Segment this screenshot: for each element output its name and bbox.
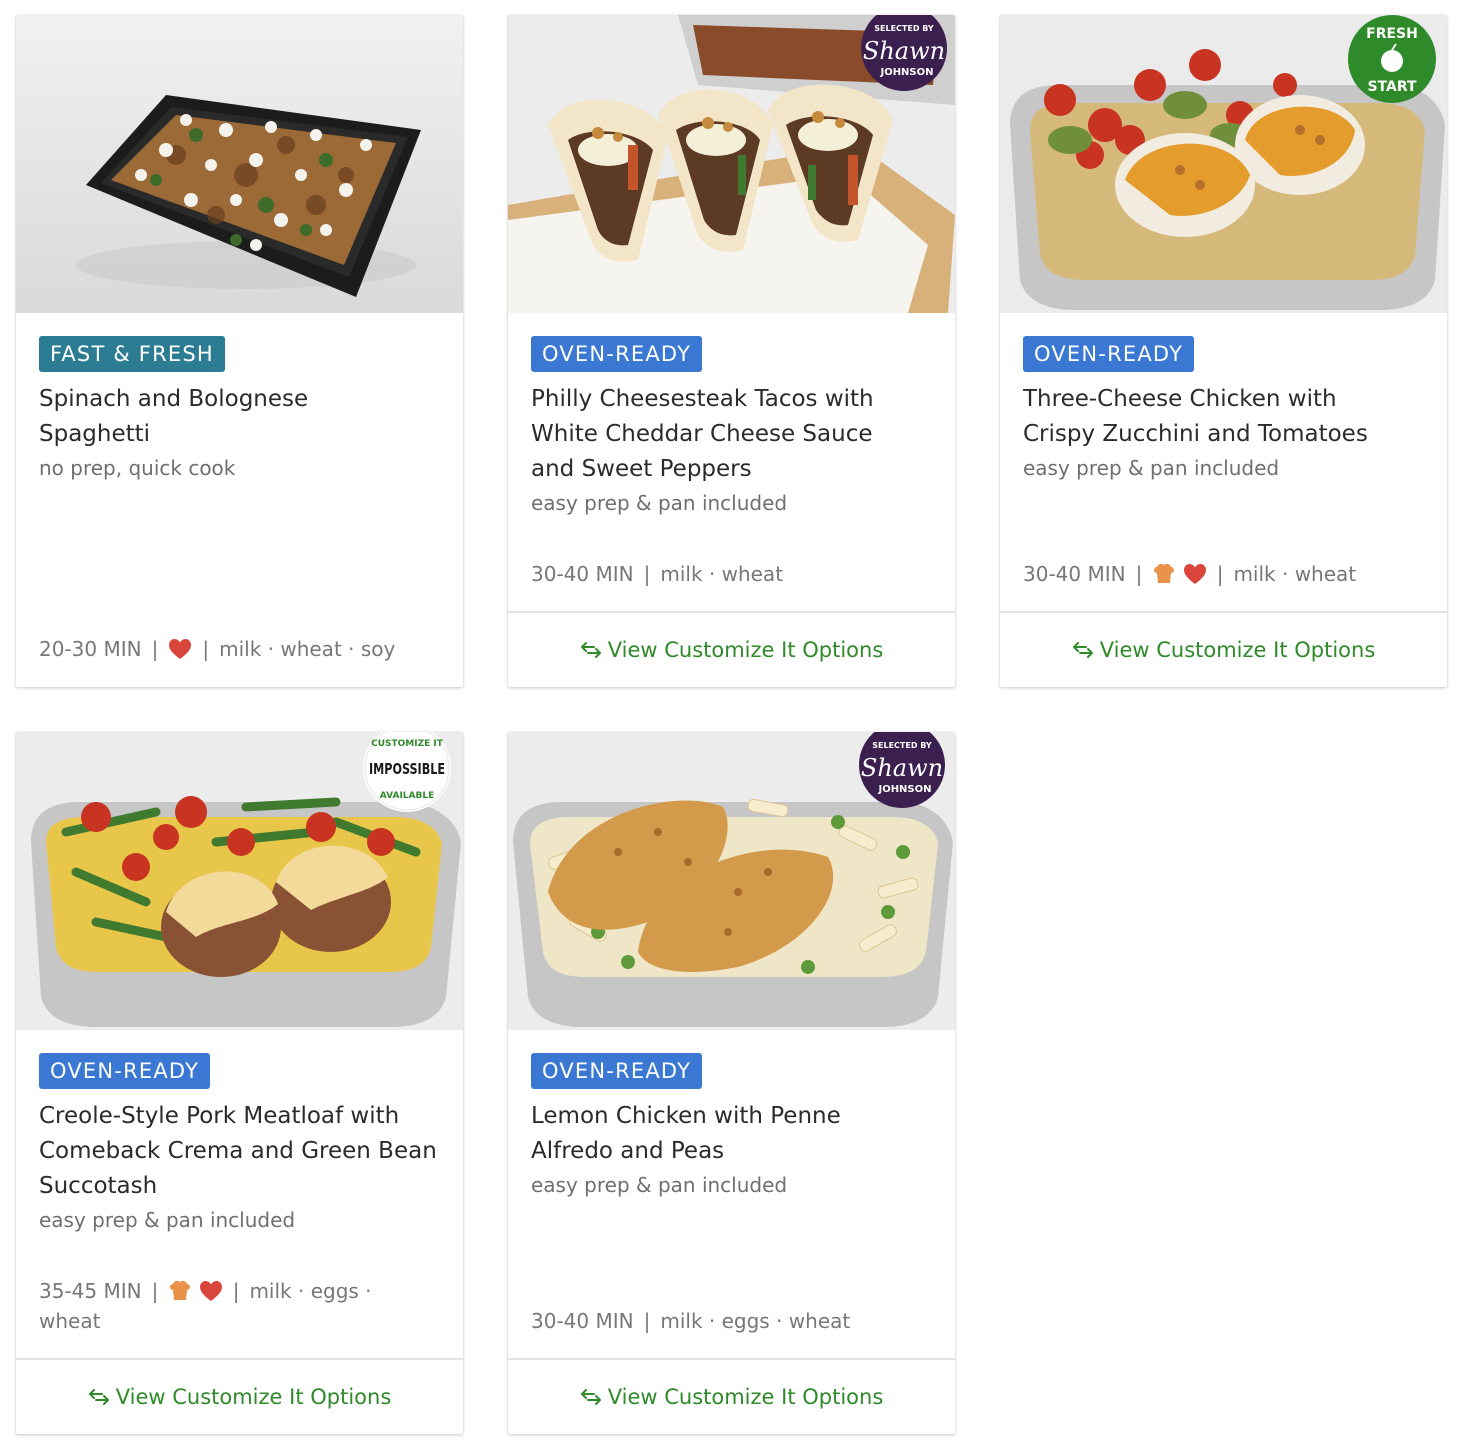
chef-hat-icon <box>1152 562 1176 586</box>
meal-type-badge: OVEN-READY <box>531 1053 703 1089</box>
separator: | <box>643 1309 651 1333</box>
meal-meta: 20-30 MIN | | milk · wheat · soy <box>39 634 439 664</box>
view-customize-options-button[interactable]: View Customize It Options <box>1000 611 1447 687</box>
cook-time: 20-30 MIN <box>39 637 142 661</box>
cta-label: View Customize It Options <box>115 1385 392 1409</box>
meal-type-badge: FAST & FRESH <box>39 336 225 372</box>
meal-photo[interactable]: SELECTED BY Shawn JOHNSON <box>508 732 955 1030</box>
meal-photo[interactable]: CUSTOMIZE IT IMPOSSIBLE AVAILABLE <box>16 732 463 1030</box>
meal-title[interactable]: Creole-Style Pork Meatloaf with Comeback… <box>39 1099 439 1204</box>
meal-subtitle: easy prep & pan included <box>531 1173 788 1197</box>
seal-bottom-text: START <box>1367 79 1417 95</box>
seal-top-text: FRESH <box>1366 26 1418 42</box>
selected-by-shawn-johnson-seal: SELECTED BY Shawn JOHNSON <box>859 15 949 95</box>
meal-title[interactable]: Philly Cheesesteak Tacos with White Ched… <box>531 382 921 487</box>
separator: | <box>1216 562 1224 586</box>
meal-card[interactable]: CUSTOMIZE IT IMPOSSIBLE AVAILABLE OVEN-R… <box>16 732 463 1434</box>
meal-meta: 30-40 MIN | | milk · wheat <box>1023 559 1423 589</box>
meal-title[interactable]: Lemon Chicken with Penne Alfredo and Pea… <box>531 1099 871 1169</box>
cook-time: 30-40 MIN <box>531 1309 634 1333</box>
meal-title[interactable]: Spinach and Bolognese Spaghetti <box>39 382 369 452</box>
meal-meta: 30-40 MIN | milk · wheat <box>531 559 931 589</box>
customize-it-impossible-available-seal: CUSTOMIZE IT IMPOSSIBLE AVAILABLE <box>361 732 453 814</box>
meal-subtitle: easy prep & pan included <box>39 1208 296 1232</box>
seal-top-text: CUSTOMIZE IT <box>371 739 444 749</box>
allergens: milk · eggs · wheat <box>660 1309 851 1333</box>
swap-arrows-icon <box>1072 642 1093 658</box>
meal-subtitle: no prep, quick cook <box>39 456 236 480</box>
meal-photo[interactable]: SELECTED BY Shawn JOHNSON <box>508 15 955 313</box>
meal-meta: 30-40 MIN | milk · eggs · wheat <box>531 1306 931 1336</box>
meal-photo[interactable]: FRESH START <box>1000 15 1447 313</box>
separator: | <box>232 1279 240 1303</box>
allergens: milk · wheat <box>1233 562 1357 586</box>
separator: | <box>202 637 210 661</box>
meal-type-badge: OVEN-READY <box>1023 336 1195 372</box>
view-customize-options-button[interactable]: View Customize It Options <box>16 1358 463 1434</box>
swap-arrows-icon <box>580 1389 601 1405</box>
cta-label: View Customize It Options <box>607 638 884 662</box>
seal-top-text: SELECTED BY <box>872 741 932 750</box>
heart-icon <box>1183 562 1207 586</box>
meal-title[interactable]: Three-Cheese Chicken with Crispy Zucchin… <box>1023 382 1403 452</box>
seal-script-text: Shawn <box>861 754 943 782</box>
seal-bottom-text: AVAILABLE <box>380 791 434 801</box>
meal-card[interactable]: SELECTED BY Shawn JOHNSON OVEN-READY Phi… <box>508 15 955 687</box>
separator: | <box>643 562 651 586</box>
separator: | <box>151 637 159 661</box>
separator: | <box>151 1279 159 1303</box>
cta-label: View Customize It Options <box>607 1385 884 1409</box>
fresh-start-seal: FRESH START <box>1346 15 1438 105</box>
meal-type-badge: OVEN-READY <box>531 336 703 372</box>
view-customize-options-button[interactable]: View Customize It Options <box>508 1358 955 1434</box>
heart-icon <box>199 1279 223 1303</box>
allergens: milk · wheat · soy <box>219 637 396 661</box>
meal-subtitle: easy prep & pan included <box>531 491 788 515</box>
meal-subtitle: easy prep & pan included <box>1023 456 1280 480</box>
seal-top-text: SELECTED BY <box>874 24 934 33</box>
meal-card[interactable]: SELECTED BY Shawn JOHNSON OVEN-READY Lem… <box>508 732 955 1434</box>
chef-hat-icon <box>168 1279 192 1303</box>
meal-meta: 35-45 MIN | | milk · eggs · wheat <box>39 1276 419 1336</box>
seal-script-text: Shawn <box>863 37 945 65</box>
meal-card[interactable]: FRESH START OVEN-READY Three-Cheese Chic… <box>1000 15 1447 687</box>
cook-time: 35-45 MIN <box>39 1279 142 1303</box>
cta-label: View Customize It Options <box>1099 638 1376 662</box>
meal-type-badge: OVEN-READY <box>39 1053 211 1089</box>
selected-by-shawn-johnson-seal: SELECTED BY Shawn JOHNSON <box>857 732 947 812</box>
seal-bottom-text: JOHNSON <box>879 67 933 78</box>
view-customize-options-button[interactable]: View Customize It Options <box>508 611 955 687</box>
seal-middle-text: IMPOSSIBLE <box>369 760 445 778</box>
cook-time: 30-40 MIN <box>1023 562 1126 586</box>
swap-arrows-icon <box>88 1389 109 1405</box>
meal-photo[interactable] <box>16 15 463 313</box>
heart-icon <box>168 637 192 661</box>
swap-arrows-icon <box>580 642 601 658</box>
separator: | <box>1135 562 1143 586</box>
seal-bottom-text: JOHNSON <box>877 784 931 795</box>
meal-card[interactable]: FAST & FRESH Spinach and Bolognese Spagh… <box>16 15 463 687</box>
cook-time: 30-40 MIN <box>531 562 634 586</box>
allergens: milk · wheat <box>660 562 784 586</box>
